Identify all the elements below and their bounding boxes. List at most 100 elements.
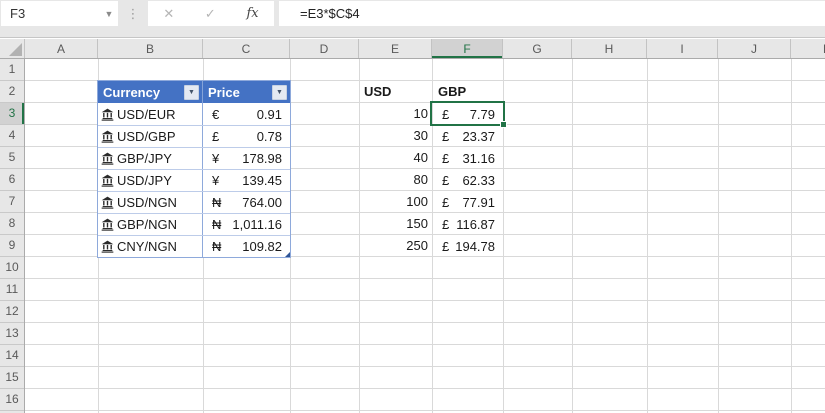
select-all-corner[interactable] bbox=[0, 39, 25, 58]
table-row: GBP/JPY ¥178.98 bbox=[98, 147, 290, 169]
row-header-5[interactable]: 5 bbox=[0, 147, 24, 169]
row-header-11[interactable]: 11 bbox=[0, 279, 24, 301]
price-value: 0.91 bbox=[256, 106, 282, 122]
filter-icon[interactable]: ▼ bbox=[184, 84, 199, 100]
conversion-row: 40 £31.16 bbox=[359, 147, 503, 169]
row-header-15[interactable]: 15 bbox=[0, 367, 24, 389]
formula-bar: F3 ▼ ⋮ ✕ ✓ fx =E3*$C$4 bbox=[0, 0, 825, 38]
currency-cell[interactable]: USD/GBP bbox=[98, 126, 203, 147]
usd-cell[interactable]: 40 bbox=[359, 147, 432, 169]
row-header-6[interactable]: 6 bbox=[0, 169, 24, 191]
column-header-k[interactable]: K bbox=[791, 39, 825, 58]
table-row: USD/NGN ₦ 764.00 bbox=[98, 191, 290, 213]
usd-header-cell[interactable]: USD bbox=[359, 81, 432, 103]
price-cell[interactable]: ₦ 1,011.16 bbox=[203, 214, 289, 235]
bank-icon bbox=[101, 152, 114, 165]
table-header-price[interactable]: Price ▼ bbox=[203, 81, 290, 103]
column-header-f[interactable]: F bbox=[432, 39, 503, 58]
price-cell[interactable]: £0.78 bbox=[203, 126, 289, 147]
usd-cell[interactable]: 80 bbox=[359, 169, 432, 191]
column-header-j[interactable]: J bbox=[718, 39, 791, 58]
currency-symbol: ¥ bbox=[212, 151, 220, 166]
formula-input[interactable]: =E3*$C$4 bbox=[279, 1, 825, 26]
conversion-headers: USD GBP bbox=[359, 81, 503, 103]
gbp-header-cell[interactable]: GBP bbox=[432, 81, 503, 103]
column-header-e[interactable]: E bbox=[359, 39, 432, 58]
usd-cell[interactable]: 100 bbox=[359, 191, 432, 213]
column-header-a[interactable]: A bbox=[25, 39, 98, 58]
row-header-3[interactable]: 3 bbox=[0, 103, 24, 125]
row-header-1[interactable]: 1 bbox=[0, 59, 24, 81]
gbp-value: 194.78 bbox=[455, 238, 495, 254]
table-resize-handle[interactable] bbox=[285, 252, 290, 257]
gbp-cell[interactable]: £31.16 bbox=[432, 147, 503, 169]
gbp-cell[interactable]: £116.87 bbox=[432, 213, 503, 235]
bank-icon bbox=[101, 240, 114, 253]
select-all-icon bbox=[9, 43, 22, 56]
currency-cell[interactable]: USD/JPY bbox=[98, 170, 203, 191]
currency-symbol: £ bbox=[212, 129, 220, 144]
row-header-14[interactable]: 14 bbox=[0, 345, 24, 367]
column-headers: A B C D E F G H I J K bbox=[0, 39, 825, 59]
insert-function-icon[interactable]: fx bbox=[246, 6, 258, 21]
row-header-7[interactable]: 7 bbox=[0, 191, 24, 213]
gbp-value: 31.16 bbox=[462, 150, 495, 166]
price-cell[interactable]: €0.91 bbox=[203, 103, 289, 125]
row-header-4[interactable]: 4 bbox=[0, 125, 24, 147]
price-cell[interactable]: ¥178.98 bbox=[203, 148, 289, 169]
usd-cell[interactable]: 10 bbox=[359, 103, 432, 125]
row-header-2[interactable]: 2 bbox=[0, 81, 24, 103]
gbp-cell[interactable]: £62.33 bbox=[432, 169, 503, 191]
row-header-8[interactable]: 8 bbox=[0, 213, 24, 235]
column-header-i[interactable]: I bbox=[647, 39, 718, 58]
currency-cell[interactable]: USD/EUR bbox=[98, 103, 203, 125]
usd-cell[interactable]: 250 bbox=[359, 235, 432, 257]
gbp-cell[interactable]: £7.79 bbox=[432, 103, 503, 125]
price-value: 109.82 bbox=[242, 239, 282, 254]
sheet-grid[interactable]: Currency ▼ Price ▼ USD/EUR €0.91 USD/GBP… bbox=[25, 59, 825, 413]
gbp-value: 116.87 bbox=[456, 216, 495, 232]
price-cell[interactable]: ₦ 109.82 bbox=[203, 236, 289, 257]
column-header-c[interactable]: C bbox=[203, 39, 290, 58]
row-header-16[interactable]: 16 bbox=[0, 389, 24, 411]
currency-cell[interactable]: USD/NGN bbox=[98, 192, 203, 213]
usd-cell[interactable]: 30 bbox=[359, 125, 432, 147]
row-header-10[interactable]: 10 bbox=[0, 257, 24, 279]
gbp-value: 7.79 bbox=[469, 106, 495, 122]
currency-cell[interactable]: CNY/NGN bbox=[98, 236, 203, 257]
row-headers: 1 2 3 4 5 6 7 8 9 10 11 12 13 14 15 16 bbox=[0, 59, 25, 413]
gbp-cell[interactable]: £23.37 bbox=[432, 125, 503, 147]
currency-cell[interactable]: GBP/JPY bbox=[98, 148, 203, 169]
price-value: 1,011.16 bbox=[232, 217, 282, 232]
name-box-dropdown-icon[interactable]: ▼ bbox=[100, 9, 118, 19]
column-header-d[interactable]: D bbox=[290, 39, 359, 58]
gbp-cell[interactable]: £194.78 bbox=[432, 235, 503, 257]
currency-cell[interactable]: GBP/NGN bbox=[98, 214, 203, 235]
filter-icon[interactable]: ▼ bbox=[272, 84, 287, 100]
usd-cell[interactable]: 150 bbox=[359, 213, 432, 235]
price-cell[interactable]: ¥139.45 bbox=[203, 170, 289, 191]
name-box[interactable]: F3 ▼ bbox=[1, 1, 118, 26]
price-cell[interactable]: ₦ 764.00 bbox=[203, 192, 289, 213]
cancel-icon[interactable]: ✕ bbox=[163, 6, 174, 22]
row-header-12[interactable]: 12 bbox=[0, 301, 24, 323]
row-header-13[interactable]: 13 bbox=[0, 323, 24, 345]
bank-icon bbox=[101, 218, 114, 231]
formula-bar-separator: ⋮ bbox=[126, 6, 140, 21]
table-row: USD/JPY ¥139.45 bbox=[98, 169, 290, 191]
conversion-row: 100 £77.91 bbox=[359, 191, 503, 213]
column-header-h[interactable]: H bbox=[572, 39, 647, 58]
currency-symbol: ₦ bbox=[212, 195, 222, 210]
row-header-9[interactable]: 9 bbox=[0, 235, 24, 257]
currency-symbol: £ bbox=[442, 106, 450, 122]
gbp-cell[interactable]: £77.91 bbox=[432, 191, 503, 213]
enter-icon[interactable]: ✓ bbox=[205, 6, 216, 22]
bank-icon bbox=[101, 130, 114, 143]
column-header-b[interactable]: B bbox=[98, 39, 203, 58]
table-row: USD/GBP £0.78 bbox=[98, 125, 290, 147]
table-header-currency[interactable]: Currency ▼ bbox=[98, 81, 203, 103]
column-header-g[interactable]: G bbox=[503, 39, 572, 58]
fill-handle[interactable] bbox=[500, 121, 507, 128]
formula-text: =E3*$C$4 bbox=[300, 6, 360, 21]
table-row: CNY/NGN ₦ 109.82 bbox=[98, 235, 290, 257]
